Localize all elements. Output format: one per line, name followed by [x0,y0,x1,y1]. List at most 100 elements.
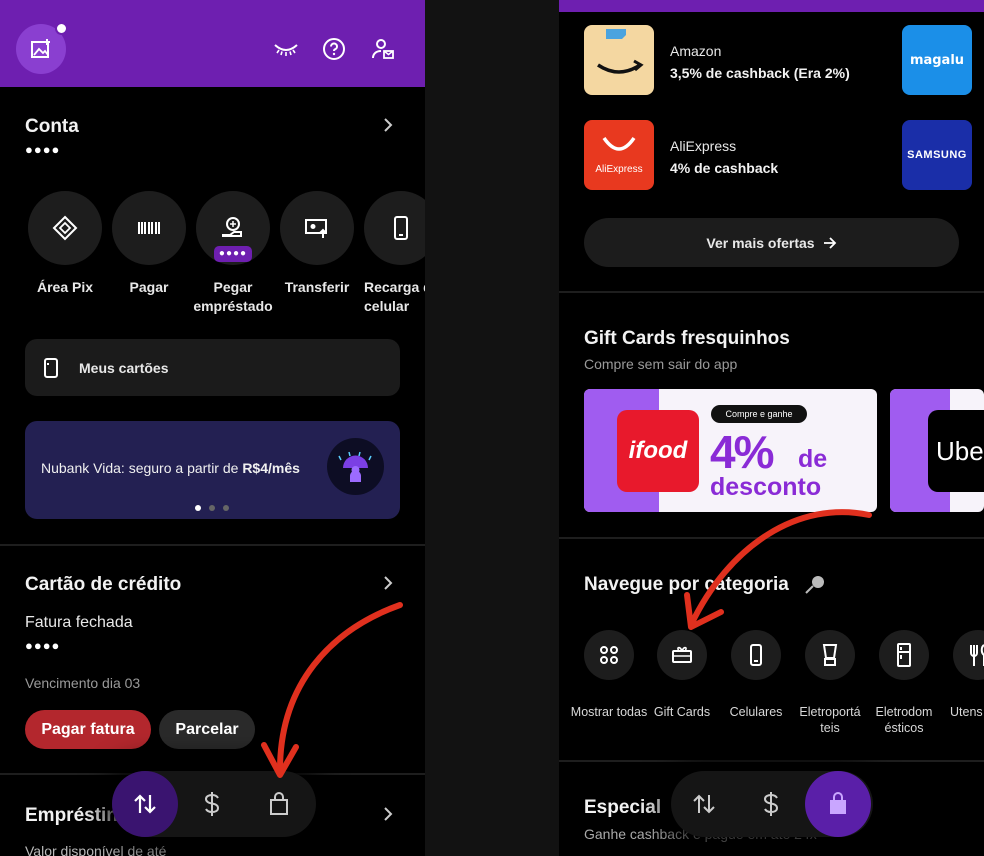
profile-avatar[interactable] [16,22,68,74]
invite-friends-icon[interactable] [370,36,396,62]
store-name: Amazon [670,43,722,59]
store-cashback: 3,5% de cashback (Era 2%) [670,65,850,81]
my-cards-label: Meus cartões [79,359,169,376]
category-all[interactable] [584,630,634,680]
nav-money[interactable] [187,779,237,829]
action-transfer[interactable] [280,191,354,265]
fridge-icon [897,643,911,667]
aliexpress-logo[interactable]: AliExpress [584,120,654,190]
chevron-right-icon[interactable] [380,806,396,822]
category-label: Gift Cards [653,705,711,719]
action-label: Transferir [284,279,350,295]
loan-icon [222,217,242,237]
due-date: Vencimento dia 03 [25,675,141,691]
tag-label: Compre e ganhe [725,409,793,419]
action-label: Pagar [129,279,169,295]
transfer-arrows-icon [134,794,156,814]
annotation-arrow [684,509,872,630]
loan-badge: ●●●● [214,246,252,262]
chevron-right-icon[interactable] [380,117,396,133]
transfer-arrows-icon [693,794,715,814]
bottom-nav [112,771,316,837]
pushpin-icon [804,574,826,599]
more-offers-label: Ver mais ofertas [706,234,815,251]
discount-word: desconto [710,473,822,501]
promo-banner[interactable]: Nubank Vida: seguro a partir de R$4/mês [25,421,400,519]
ifood-gift-card[interactable]: ifood Compre e ganhe 4% de desconto [584,389,877,512]
barcode-icon [138,222,160,234]
blender-icon [822,644,838,666]
special-title: Especial [584,797,662,818]
top-bar [0,0,425,87]
uber-gift-card[interactable]: Ube [890,389,984,512]
my-cards-button[interactable]: Meus cartões [25,339,400,396]
category-label: Celulares [729,705,783,719]
aliexpress-logo-text: AliExpress [595,164,643,175]
discount-percent: 4% [710,426,775,478]
arrow-right-icon [823,236,836,249]
panel-gap [425,0,559,856]
more-offers-button[interactable]: Ver mais ofertas [584,218,959,267]
invoice-status: Fatura fechada [25,614,133,631]
carousel-pager [195,505,229,511]
loans-subtitle: Valor disponível de até [25,843,167,856]
split-invoice-button[interactable]: Parcelar [159,710,255,749]
right-screen: Amazon 3,5% de cashback (Era 2%) magalu … [559,0,984,856]
nav-transactions[interactable] [112,771,178,837]
nav-transactions[interactable] [679,779,729,829]
account-balance: ●●●● [25,142,61,157]
gift-cards-title: Gift Cards fresquinhos [584,328,790,349]
category-label: Mostrar todas [570,705,648,719]
category-label: Eletroportá teis [799,705,861,735]
category-label: Utens [950,705,983,719]
umbrella-illustration [327,438,384,495]
discount-de: de [798,445,828,473]
action-label: Recarga d celular [364,279,425,314]
ifood-logo: ifood [617,410,699,492]
uber-logo: Ube [928,410,984,492]
categories-title: Navegue por categoria [584,574,789,595]
dollar-icon [204,792,220,816]
buy-earn-tag: Compre e ganhe [711,405,807,423]
credit-card-title[interactable]: Cartão de crédito [25,574,181,596]
action-label: Pegar empréstado [193,279,273,314]
category-gift-cards[interactable] [657,630,707,680]
shopping-bag-icon [830,792,846,814]
account-title[interactable]: Conta [25,116,79,138]
promo-text: Nubank Vida: seguro a partir de R$4/mês [41,460,300,476]
shopping-bag-icon [270,792,288,815]
card-icon [44,357,58,378]
grid-icon [600,646,618,664]
store-name: AliExpress [670,138,737,154]
add-photo-icon [31,39,50,58]
action-pay[interactable] [112,191,186,265]
category-home-appliances[interactable] [879,630,929,680]
nav-shopping[interactable] [805,771,871,837]
phone-icon [750,644,762,666]
nav-shopping[interactable] [254,779,304,829]
dollar-icon [763,792,779,816]
phone-icon [394,216,408,240]
transfer-icon [305,219,327,238]
magalu-logo[interactable]: magalu [902,25,972,95]
category-label: Eletrodom ésticos [875,705,933,735]
action-pix[interactable] [28,191,102,265]
samsung-logo[interactable]: SAMSUNG [902,120,972,190]
category-small-appliances[interactable] [805,630,855,680]
hide-values-icon[interactable] [273,36,299,62]
chevron-right-icon[interactable] [380,575,396,591]
invoice-amount: ●●●● [25,638,61,653]
action-recharge[interactable] [364,191,425,265]
bottom-nav [671,771,873,837]
top-bar [559,0,984,12]
nav-money[interactable] [746,779,796,829]
category-utensils[interactable] [953,630,984,680]
left-screen: Conta ●●●● ●●●● Área Pix Pagar Pegar emp… [0,0,425,856]
pix-icon [52,215,78,241]
amazon-logo[interactable] [584,25,654,95]
loans-title[interactable]: Empréstin [25,805,118,827]
help-icon[interactable] [321,36,347,62]
category-phones[interactable] [731,630,781,680]
gift-card-icon [672,646,692,663]
pay-invoice-button[interactable]: Pagar fatura [25,710,151,749]
